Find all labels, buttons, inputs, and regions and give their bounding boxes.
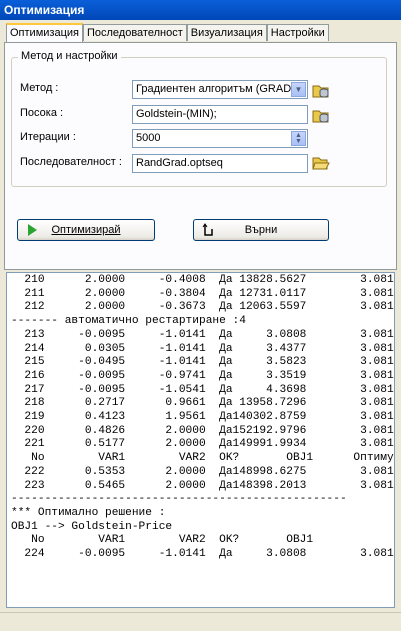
method-label: Метод : [20,82,59,94]
direction-field[interactable]: Goldstein-(MIN); [132,105,308,124]
back-button-label: Върни [244,224,278,236]
output-line: 212 2.0000 -0.3673 Да 12063.5597 3.081 [11,301,394,314]
tab-panel: Метод и настройки Метод : Градиентен алг… [4,42,397,270]
spin-arrows-icon[interactable]: ▲ ▼ [291,131,306,146]
output-line: ----------------------------------------… [11,493,347,506]
output-line: 211 2.0000 -0.3804 Да 12731.0117 3.081 [11,287,394,300]
sequence-value: RandGrad.optseq [136,157,223,169]
direction-value: Goldstein-(MIN); [136,108,217,120]
optimize-button-label: Оптимизирай [51,224,121,236]
output-line: 216 -0.0095 -0.9741 Да 3.3519 3.081 [11,369,394,382]
database-icon[interactable] [312,107,330,123]
output-line: 210 2.0000 -0.4008 Да 13828.5627 3.081 [11,274,394,286]
open-folder-icon[interactable] [312,155,330,171]
tab-visualization[interactable]: Визуализация [186,24,267,41]
output-line: 219 0.4123 1.9561 Да140302.8759 3.081 [11,411,394,424]
group-title: Метод и настройки [18,50,121,62]
tab-settings[interactable]: Настройки [266,24,329,41]
output-line: 213 -0.0095 -1.0141 Да 3.0808 3.081 [11,328,394,341]
results-output[interactable]: 210 2.0000 -0.4008 Да 13828.5627 3.081 2… [6,272,395,608]
output-line: No VAR1 VAR2 OK? OBJ1 Оптимум [11,452,395,465]
output-line: ------- автоматично рестартиране :4 [11,315,246,328]
sequence-label: Последователност : [20,156,122,168]
direction-label: Посока : [20,107,64,119]
status-bar [0,612,401,631]
results-text: 210 2.0000 -0.4008 Да 13828.5627 3.081 2… [7,273,394,562]
output-line: 218 0.2717 0.9661 Да 13958.7296 3.081 [11,397,394,410]
output-line: *** Оптимално решение : [11,506,166,519]
window-title: Оптимизация [0,0,401,20]
database-icon[interactable] [312,82,330,98]
output-line: 215 -0.0495 -1.0141 Да 3.5823 3.081 [11,356,394,369]
output-line: 221 0.5177 2.0000 Да149991.9934 3.081 [11,438,394,451]
tab-strip: Оптимизация Последователност Визуализаци… [6,23,329,43]
optimize-button[interactable]: Оптимизирай [17,219,155,241]
output-line: 224 -0.0095 -1.0141 Да 3.0808 3.081 [11,548,394,561]
chevron-down-icon[interactable]: ▼ [291,82,306,97]
output-line: 217 -0.0095 -1.0541 Да 4.3698 3.081 [11,383,394,396]
output-line: 222 0.5353 2.0000 Да148998.6275 3.081 [11,465,394,478]
output-line: 220 0.4826 2.0000 Да152192.9796 3.081 [11,424,394,437]
iterations-spinner[interactable]: 5000 ▲ ▼ [132,129,308,148]
back-button[interactable]: Върни [193,219,329,241]
output-line: No VAR1 VAR2 OK? OBJ1 [11,534,314,547]
sequence-field[interactable]: RandGrad.optseq [132,154,308,173]
play-icon [28,224,37,236]
tab-optimization[interactable]: Оптимизация [6,23,83,43]
method-dropdown[interactable]: Градиентен алгоритъм (GRAD ▼ [132,80,308,99]
iterations-label: Итерации : [20,131,76,143]
tab-sequence[interactable]: Последователност [82,24,187,41]
output-line: OBJ1 --> Goldstein-Price [11,520,173,533]
output-line: 214 0.0305 -1.0141 Да 3.4377 3.081 [11,342,394,355]
method-value: Градиентен алгоритъм (GRAD [136,83,292,95]
output-line: 223 0.5465 2.0000 Да148398.2013 3.081 [11,479,394,492]
undo-icon [202,223,213,236]
method-settings-group: Метод и настройки Метод : Градиентен алг… [11,50,387,187]
iterations-value: 5000 [136,132,161,144]
